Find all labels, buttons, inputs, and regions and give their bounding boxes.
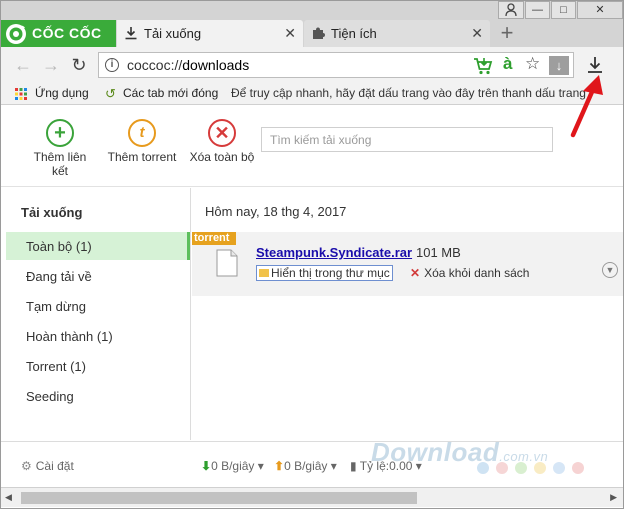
download-icon bbox=[125, 27, 137, 40]
maximize-button[interactable]: □ bbox=[551, 1, 576, 19]
tab-label: Tiện ích bbox=[331, 26, 377, 41]
bookmarks-bar: Ứng dụng ↺ Các tab mới đóng Để truy cập … bbox=[1, 83, 623, 105]
new-tab-button[interactable]: + bbox=[495, 21, 519, 45]
tab-downloads[interactable]: Tải xuống ✕ bbox=[117, 20, 303, 47]
bookmark-apps[interactable]: Ứng dụng bbox=[35, 86, 89, 100]
date-heading: Hôm nay, 18 thg 4, 2017 bbox=[205, 204, 347, 219]
bar-chart-icon: ▮ bbox=[350, 459, 357, 473]
more-options-icon[interactable]: ▼ bbox=[602, 262, 618, 278]
file-size: 101 MB bbox=[416, 245, 461, 260]
add-link-label: Thêm liên kết bbox=[33, 150, 87, 178]
clear-all-button[interactable]: ✕ Xóa toàn bộ bbox=[187, 119, 257, 164]
settings-link[interactable]: ⚙ Cài đặt bbox=[21, 459, 74, 473]
puzzle-icon bbox=[313, 27, 325, 39]
dot bbox=[477, 462, 489, 474]
tab-extensions[interactable]: Tiện ích ✕ bbox=[304, 20, 490, 47]
star-icon[interactable]: ☆ bbox=[525, 54, 540, 74]
downloads-sidebar: Tải xuống Toàn bộ (1) Đang tải về Tạm dừ… bbox=[1, 188, 191, 440]
clear-all-label: Xóa toàn bộ bbox=[189, 150, 255, 164]
url-text[interactable]: coccoc://downloads bbox=[127, 57, 249, 73]
remove-from-list-link[interactable]: ✕ Xóa khỏi danh sách bbox=[410, 266, 529, 280]
settings-label: Cài đặt bbox=[35, 459, 74, 473]
sidebar-item-torrent[interactable]: Torrent (1) bbox=[6, 352, 190, 380]
profile-button[interactable] bbox=[498, 1, 524, 19]
minimize-button[interactable]: — bbox=[525, 1, 550, 19]
user-icon bbox=[505, 3, 517, 17]
sidebar-title: Tải xuống bbox=[21, 205, 83, 220]
gear-icon: ⚙ bbox=[21, 459, 32, 473]
upload-speed[interactable]: ⬆0 B/giây ▾ bbox=[274, 459, 337, 473]
title-bar: CỐC CỐC Tải xuống ✕ Tiện ích ✕ + — □ ✕ bbox=[1, 1, 623, 47]
download-speed[interactable]: ⬇0 B/giây ▾ bbox=[201, 459, 264, 473]
bookmark-recent-tabs[interactable]: Các tab mới đóng bbox=[123, 86, 218, 100]
dot bbox=[515, 462, 527, 474]
bookmarks-hint: Để truy cập nhanh, hãy đặt dấu trang vào… bbox=[231, 86, 586, 100]
close-window-button[interactable]: ✕ bbox=[577, 1, 623, 19]
folder-icon bbox=[259, 269, 269, 277]
download-item: torrent Steampunk.Syndicate.rar 101 MB H… bbox=[192, 232, 623, 296]
scroll-thumb[interactable] bbox=[21, 492, 417, 504]
url-scheme: coccoc:// bbox=[127, 57, 183, 73]
apps-grid-icon bbox=[15, 88, 27, 100]
down-speed-value: 0 B/giây bbox=[211, 459, 255, 473]
sidebar-item-seeding[interactable]: Seeding bbox=[6, 382, 190, 410]
back-button[interactable]: ← bbox=[13, 55, 33, 75]
forward-button[interactable]: → bbox=[41, 55, 61, 75]
downloads-footer: ⚙ Cài đặt ⬇0 B/giây ▾ ⬆0 B/giây ▾ ▮ Tỷ lệ… bbox=[1, 437, 623, 487]
dot bbox=[534, 462, 546, 474]
horizontal-scrollbar[interactable]: ◀ ▶ bbox=[1, 487, 623, 507]
x-icon: ✕ bbox=[208, 119, 236, 147]
dot bbox=[553, 462, 565, 474]
tab-label: Tải xuống bbox=[144, 26, 202, 41]
file-name-link[interactable]: Steampunk.Syndicate.rar bbox=[256, 245, 412, 260]
show-in-folder-label: Hiển thị trong thư mục bbox=[271, 266, 390, 280]
downloads-action-bar: + Thêm liên kết t Thêm torrent ✕ Xóa toà… bbox=[1, 105, 623, 187]
sidebar-item-completed[interactable]: Hoàn thành (1) bbox=[6, 322, 190, 350]
up-arrow-icon: ⬆ bbox=[274, 459, 285, 473]
up-speed-value: 0 B/giây bbox=[284, 459, 328, 473]
torrent-icon: t bbox=[128, 119, 156, 147]
plus-icon: + bbox=[46, 119, 74, 147]
sidebar-item-paused[interactable]: Tạm dừng bbox=[6, 292, 190, 320]
scroll-right-icon[interactable]: ▶ bbox=[610, 492, 617, 503]
file-icon bbox=[216, 249, 238, 277]
search-downloads-input[interactable] bbox=[261, 127, 553, 152]
cart-icon[interactable] bbox=[473, 56, 493, 76]
browser-toolbar: ← → ↻ i coccoc://downloads à ☆ ↓ bbox=[1, 47, 623, 83]
dot bbox=[572, 462, 584, 474]
add-torrent-button[interactable]: t Thêm torrent bbox=[107, 119, 177, 164]
info-icon[interactable]: i bbox=[105, 58, 119, 72]
annotation-arrow-icon bbox=[570, 75, 603, 138]
close-tab-icon[interactable]: ✕ bbox=[284, 25, 296, 42]
browser-window: CỐC CỐC Tải xuống ✕ Tiện ích ✕ + — □ ✕ ←… bbox=[0, 0, 624, 509]
brand-name: CỐC CỐC bbox=[32, 25, 102, 41]
reload-button[interactable]: ↻ bbox=[69, 55, 89, 75]
remove-label: Xóa khỏi danh sách bbox=[424, 266, 530, 280]
translate-icon[interactable]: à bbox=[503, 54, 512, 74]
sidebar-item-all[interactable]: Toàn bộ (1) bbox=[6, 232, 190, 260]
history-icon: ↺ bbox=[105, 86, 116, 101]
dot bbox=[496, 462, 508, 474]
browser-logo[interactable]: CỐC CỐC bbox=[1, 20, 116, 47]
add-torrent-label: Thêm torrent bbox=[107, 150, 177, 164]
scroll-left-icon[interactable]: ◀ bbox=[5, 492, 12, 503]
close-tab-icon[interactable]: ✕ bbox=[471, 25, 483, 42]
show-in-folder-link[interactable]: Hiển thị trong thư mục bbox=[256, 265, 393, 281]
downloads-list: Hôm nay, 18 thg 4, 2017 torrent Steampun… bbox=[192, 188, 623, 440]
add-link-button[interactable]: + Thêm liên kết bbox=[25, 119, 95, 178]
url-path: downloads bbox=[182, 57, 250, 73]
torrent-badge: torrent bbox=[192, 232, 236, 245]
watermark-dots bbox=[477, 462, 591, 477]
down-arrow-icon: ⬇ bbox=[201, 459, 212, 473]
sidebar-item-downloading[interactable]: Đang tải về bbox=[6, 262, 190, 290]
address-bar[interactable]: i coccoc://downloads à ☆ ↓ bbox=[98, 52, 574, 78]
coccoc-logo-icon bbox=[6, 24, 26, 44]
remove-icon: ✕ bbox=[410, 266, 421, 280]
